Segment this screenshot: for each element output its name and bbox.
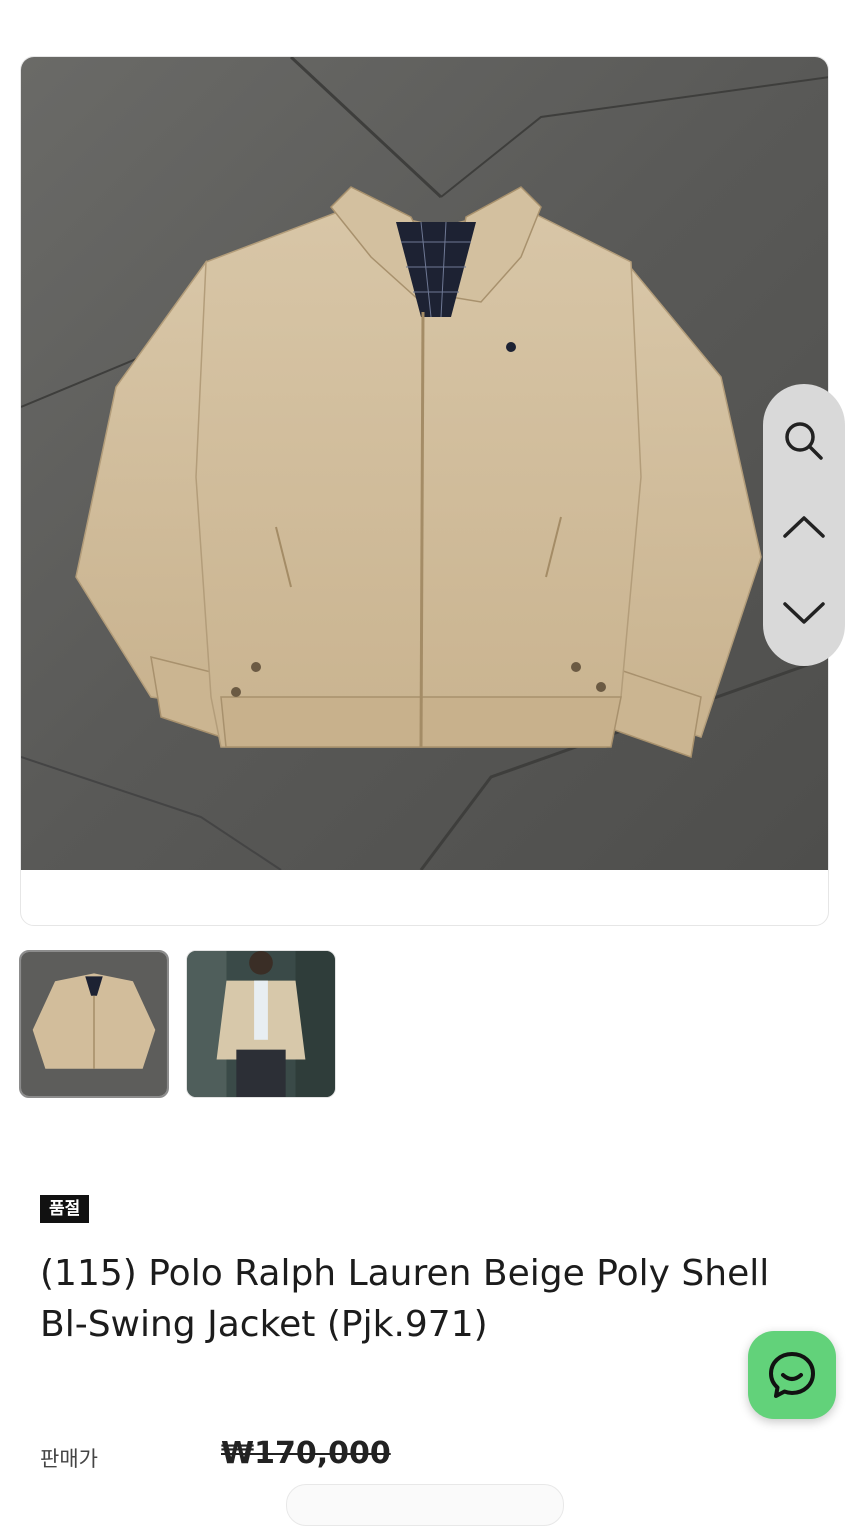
- chevron-down-icon: [783, 602, 825, 624]
- price-label: 판매가: [40, 1447, 98, 1471]
- scroll-up-button[interactable]: [774, 497, 834, 557]
- product-title: (115) Polo Ralph Lauren Beige Poly Shell…: [40, 1253, 770, 1345]
- main-image-card: [20, 56, 829, 926]
- chevron-up-icon: [783, 516, 825, 538]
- soldout-badge: 품절: [40, 1195, 90, 1223]
- scroll-down-button[interactable]: [774, 583, 834, 643]
- bottom-action-pill[interactable]: [286, 1484, 564, 1526]
- main-product-image[interactable]: [21, 57, 829, 870]
- floating-nav: [763, 384, 845, 666]
- thumbnail-worn-image: [187, 951, 335, 1097]
- thumbnail-flatlay[interactable]: [19, 950, 169, 1098]
- thumbnail-worn[interactable]: [186, 950, 336, 1098]
- chat-button[interactable]: [748, 1331, 836, 1419]
- search-button[interactable]: [774, 411, 834, 471]
- thumbnail-flatlay-image: [21, 952, 167, 1096]
- original-price: ₩170,000: [221, 1436, 391, 1471]
- search-icon: [785, 422, 823, 460]
- chat-bubble-icon: [769, 1352, 815, 1398]
